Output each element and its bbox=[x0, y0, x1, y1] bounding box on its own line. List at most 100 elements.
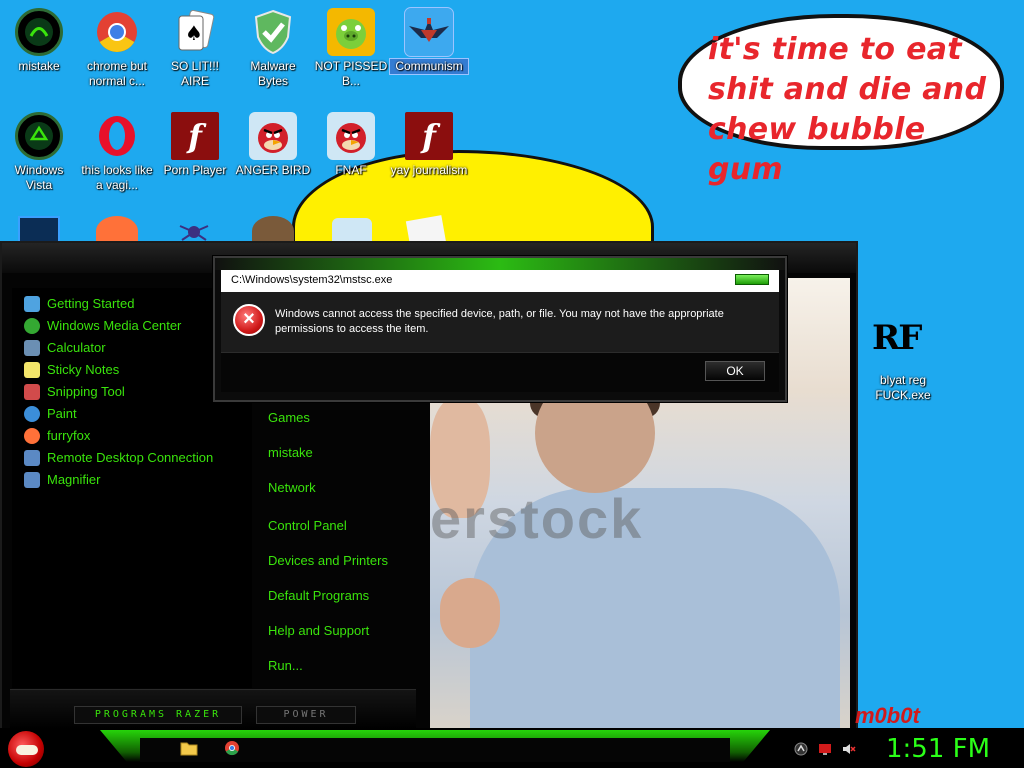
desktop-icon-label: mistake bbox=[18, 59, 60, 73]
error-icon: × bbox=[233, 304, 265, 336]
menu-item-label: furryfox bbox=[47, 428, 91, 443]
opera-icon bbox=[93, 112, 141, 160]
start-menu-item-paint[interactable]: Paint bbox=[24, 404, 77, 424]
firefox-icon bbox=[24, 428, 40, 444]
chrome-icon[interactable] bbox=[224, 740, 242, 756]
start-menu-item-remote-desktop[interactable]: Remote Desktop Connection bbox=[24, 448, 213, 468]
clock[interactable]: 1:51 FM bbox=[886, 734, 990, 764]
shield-check-icon bbox=[249, 8, 297, 56]
menu-item-label: Remote Desktop Connection bbox=[47, 450, 214, 465]
desktop-icon-yay-journalism[interactable]: f yay journalism bbox=[390, 112, 468, 178]
close-button[interactable] bbox=[735, 274, 769, 285]
media-center-icon bbox=[24, 318, 40, 334]
start-menu-link-network[interactable]: Network bbox=[268, 479, 316, 497]
menu-item-label: Windows Media Center bbox=[47, 318, 182, 333]
desktop-icon-label: Communism bbox=[389, 58, 469, 75]
menu-item-label: Sticky Notes bbox=[47, 362, 120, 377]
paint-icon bbox=[24, 406, 40, 422]
desktop-icon-anger-bird[interactable]: ANGER BIRD bbox=[234, 112, 312, 178]
svg-text:♠: ♠ bbox=[185, 21, 203, 45]
start-menu-item-sticky-notes[interactable]: Sticky Notes bbox=[24, 360, 119, 380]
desktop-icon-fnaf[interactable]: FNAF bbox=[312, 112, 390, 178]
rf-mark: RF bbox=[872, 318, 922, 358]
desktop-icon-label: NOT PISSED B... bbox=[314, 59, 388, 88]
desktop-icon-windows-vista[interactable]: Windows Vista bbox=[0, 112, 78, 193]
start-button-angry-bird-icon[interactable] bbox=[8, 731, 44, 767]
calculator-icon bbox=[24, 340, 40, 356]
start-menu-footer: PROGRAMS RAZER POWER bbox=[10, 689, 416, 729]
menu-item-label: Snipping Tool bbox=[47, 384, 125, 399]
desktop-icon-label: this looks like a vagi... bbox=[81, 163, 153, 192]
start-menu-link-games[interactable]: Games bbox=[268, 409, 310, 427]
stock-watermark: erstock bbox=[430, 487, 644, 550]
angry-bird-icon bbox=[249, 112, 297, 160]
desktop-icon-porn-player[interactable]: f Porn Player bbox=[156, 112, 234, 178]
desktop-icon-chrome[interactable]: chrome but normal c... bbox=[78, 8, 156, 89]
folder-icon[interactable] bbox=[180, 740, 198, 756]
start-menu-places: Games mistake Network Control Panel Devi… bbox=[252, 381, 412, 691]
recycle-icon bbox=[15, 112, 63, 160]
communism-icon bbox=[404, 7, 454, 57]
taskbar bbox=[0, 728, 1024, 768]
start-menu-link-control-panel[interactable]: Control Panel bbox=[268, 517, 347, 535]
desktop-icon-solitaire[interactable]: ♠ SO LIT!!! AIRE bbox=[156, 8, 234, 89]
desktop-icon-label: SO LIT!!! AIRE bbox=[170, 59, 219, 88]
menu-item-label: Getting Started bbox=[47, 296, 135, 311]
desktop-icon-communism[interactable]: Communism bbox=[389, 7, 469, 75]
razer-tray-icon[interactable] bbox=[794, 742, 808, 756]
desktop-icon-label: blyat reg FUCK.exe bbox=[875, 373, 931, 402]
start-menu-link-help-support[interactable]: Help and Support bbox=[268, 622, 369, 640]
watermark-text: m0b0t bbox=[855, 703, 920, 728]
all-programs-button[interactable]: PROGRAMS RAZER bbox=[74, 706, 242, 724]
flash-icon: f bbox=[405, 112, 453, 160]
start-menu-item-furryfox[interactable]: furryfox bbox=[24, 426, 90, 446]
volume-muted-icon[interactable] bbox=[842, 742, 856, 756]
start-menu-item-snipping-tool[interactable]: Snipping Tool bbox=[24, 382, 125, 402]
ok-button[interactable]: OK bbox=[705, 361, 765, 381]
start-menu-item-getting-started[interactable]: Getting Started bbox=[24, 294, 134, 314]
menu-item-label: Calculator bbox=[47, 340, 106, 355]
angry-bird-icon bbox=[327, 112, 375, 160]
desktop-icon-label: Malware Bytes bbox=[250, 59, 296, 88]
menu-item-label: Magnifier bbox=[47, 472, 101, 487]
getting-started-icon bbox=[24, 296, 40, 312]
flash-icon: f bbox=[171, 112, 219, 160]
desktop-icon-label: yay journalism bbox=[390, 163, 468, 177]
chrome-icon bbox=[93, 8, 141, 56]
start-menu-item-media-center[interactable]: Windows Media Center bbox=[24, 316, 181, 336]
start-menu-link-devices-printers[interactable]: Devices and Printers bbox=[268, 552, 388, 570]
sticky-notes-icon bbox=[24, 362, 40, 378]
desktop-icon-label: Porn Player bbox=[163, 163, 227, 177]
dialog-title: C:\Windows\system32\mstsc.exe bbox=[231, 274, 393, 286]
desktop-icon-label: chrome but normal c... bbox=[86, 59, 148, 88]
start-menu-link-default-programs[interactable]: Default Programs bbox=[268, 587, 369, 605]
spider-icon[interactable] bbox=[176, 216, 212, 244]
dialog-footer: OK bbox=[221, 352, 779, 392]
dialog-message: Windows cannot access the specified devi… bbox=[275, 308, 724, 335]
dialog-accent-bar bbox=[215, 258, 785, 270]
bad-piggies-icon bbox=[327, 8, 375, 56]
menu-item-label: Paint bbox=[47, 406, 77, 421]
desktop-icon-malwarebytes[interactable]: Malware Bytes bbox=[234, 8, 312, 89]
remote-desktop-icon bbox=[24, 450, 40, 466]
razer-icon bbox=[15, 8, 63, 56]
dialog-body: × Windows cannot access the specified de… bbox=[221, 292, 779, 352]
desktop-icon-mistake[interactable]: mistake bbox=[0, 8, 78, 74]
dialog-titlebar[interactable]: C:\Windows\system32\mstsc.exe bbox=[221, 270, 779, 292]
action-center-icon[interactable] bbox=[818, 742, 832, 756]
start-menu-item-magnifier[interactable]: Magnifier bbox=[24, 470, 100, 490]
desktop-icon-bad-piggies[interactable]: NOT PISSED B... bbox=[312, 8, 390, 89]
desktop-icon-label: FNAF bbox=[335, 163, 367, 177]
desktop-icon-opera[interactable]: this looks like a vagi... bbox=[78, 112, 156, 193]
desktop-icon-label: Windows Vista bbox=[14, 163, 64, 192]
speech-bubble-text: it's time to eat shit and die and chew b… bbox=[708, 32, 987, 187]
desktop-icon-label: ANGER BIRD bbox=[235, 163, 311, 177]
snipping-tool-icon bbox=[24, 384, 40, 400]
power-button[interactable]: POWER bbox=[256, 706, 356, 724]
error-dialog: C:\Windows\system32\mstsc.exe × Windows … bbox=[213, 256, 787, 402]
solitaire-icon: ♠ bbox=[171, 8, 219, 56]
start-menu-item-calculator[interactable]: Calculator bbox=[24, 338, 106, 358]
magnifier-icon bbox=[24, 472, 40, 488]
start-menu-link-mistake[interactable]: mistake bbox=[268, 444, 313, 462]
start-menu-link-run[interactable]: Run... bbox=[268, 657, 303, 675]
